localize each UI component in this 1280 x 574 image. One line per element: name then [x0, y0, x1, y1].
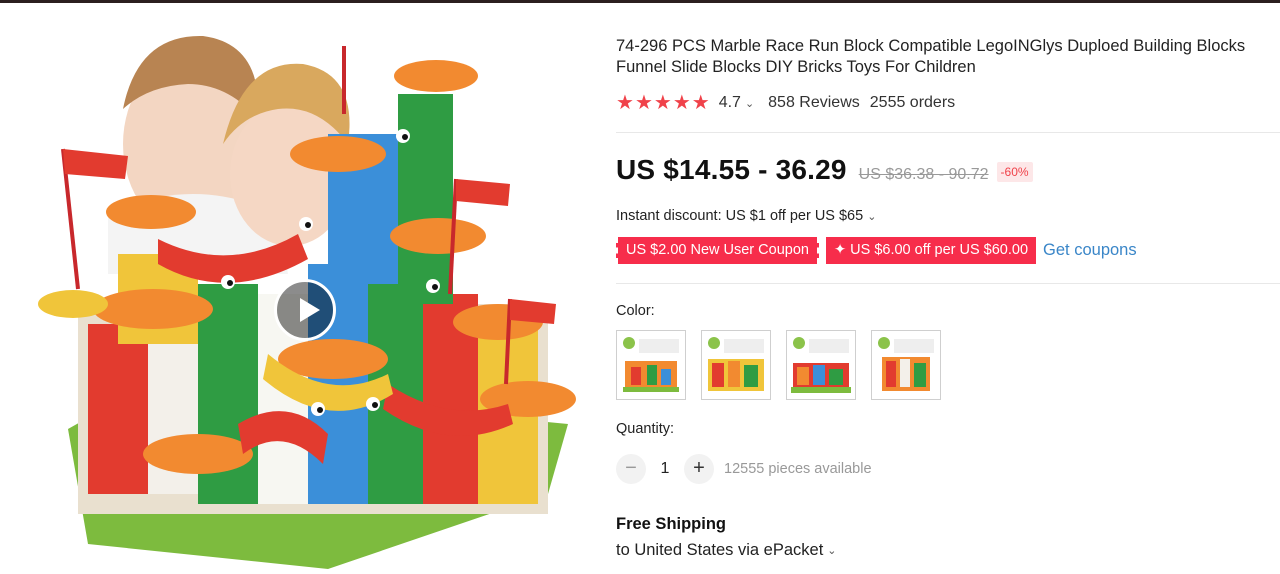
quantity-stepper: − 1 + 12555 pieces available	[616, 454, 872, 484]
rating-stars: ★ ★ ★ ★ ★	[616, 93, 711, 113]
divider	[616, 132, 1280, 133]
color-swatches	[616, 330, 956, 400]
swatch-thumbnail	[878, 337, 934, 391]
instant-discount[interactable]: Instant discount: US $1 off per US $65 ⌄	[616, 208, 876, 224]
increase-quantity-button[interactable]: +	[684, 454, 714, 484]
orders-count: 2555 orders	[869, 94, 956, 111]
rating-value[interactable]: 4.7	[719, 94, 741, 112]
swatch-thumbnail	[708, 337, 764, 391]
play-video-button[interactable]	[274, 279, 336, 341]
quantity-label: Quantity:	[616, 421, 675, 437]
top-bar	[0, 0, 1280, 3]
color-label: Color:	[616, 303, 655, 319]
original-price: US $36.38 - 90.72	[858, 166, 989, 183]
chevron-down-icon[interactable]: ⌄	[867, 210, 876, 223]
shipping-title: Free Shipping	[616, 515, 727, 533]
product-title: 74-296 PCS Marble Race Run Block Compati…	[616, 37, 1246, 76]
store-coupon[interactable]: ✦ US $6.00 off per US $60.00	[825, 237, 1037, 264]
star-icon: ★	[634, 92, 653, 114]
color-option-3[interactable]	[786, 330, 856, 400]
color-option-1[interactable]	[616, 330, 686, 400]
pieces-available: 12555 pieces available	[724, 461, 872, 477]
reviews-link[interactable]: 858 Reviews	[768, 94, 860, 112]
chevron-down-icon[interactable]: ⌄	[827, 544, 836, 557]
color-option-4[interactable]	[871, 330, 941, 400]
shipping-destination[interactable]: to United States via ePacket ⌄	[616, 541, 837, 560]
product-main-image[interactable]	[28, 24, 588, 574]
star-icon: ★	[691, 92, 710, 114]
swatch-thumbnail	[791, 337, 851, 393]
coupon-row: US $2.00 New User Coupon ✦ US $6.00 off …	[616, 237, 1137, 264]
chevron-down-icon[interactable]: ⌄	[745, 97, 754, 110]
quantity-input[interactable]: 1	[646, 460, 684, 478]
product-info: 74-296 PCS Marble Race Run Block Compati…	[616, 36, 1280, 114]
current-price: US $14.55 - 36.29	[616, 154, 847, 185]
star-icon: ★	[616, 92, 634, 114]
decrease-quantity-button[interactable]: −	[616, 454, 646, 484]
color-option-2[interactable]	[701, 330, 771, 400]
swatch-thumbnail	[623, 337, 679, 392]
star-icon: ★	[672, 92, 691, 114]
star-icon: ★	[653, 92, 672, 114]
price-row: US $14.55 - 36.29 US $36.38 - 90.72 -60%	[616, 154, 1033, 186]
get-coupons-link[interactable]: Get coupons	[1043, 241, 1137, 260]
instant-discount-text: Instant discount: US $1 off per US $65	[616, 208, 864, 224]
divider	[616, 283, 1280, 284]
discount-badge: -60%	[996, 162, 1033, 182]
rating-row: ★ ★ ★ ★ ★ 4.7 ⌄ 858 Reviews 2555 orders	[616, 92, 1280, 114]
new-user-coupon[interactable]: US $2.00 New User Coupon	[616, 237, 819, 264]
shipping-destination-text: to United States via ePacket	[616, 541, 824, 559]
